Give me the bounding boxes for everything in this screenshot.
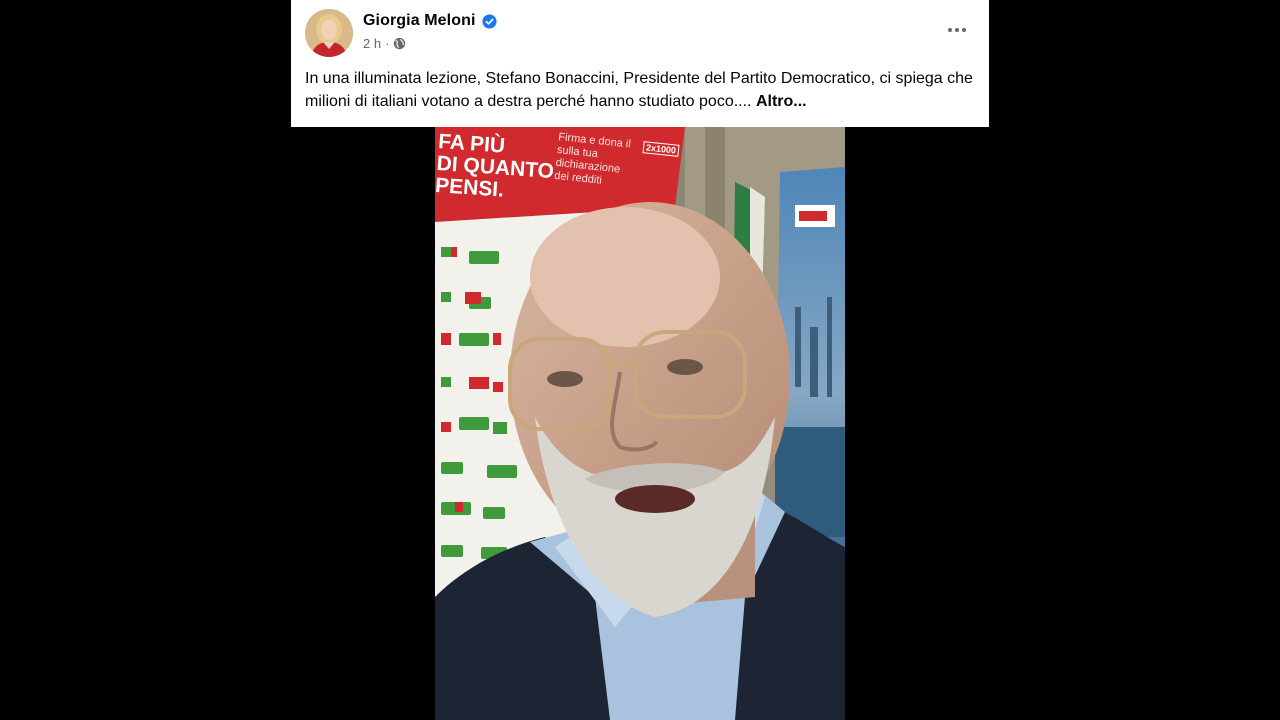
video-player[interactable]: FA PIÙ DI QUANTO PENSI. Firma e dona il … [435, 127, 845, 720]
more-options-icon[interactable] [943, 18, 971, 42]
post-text: In una illuminata lezione, Stefano Bonac… [305, 67, 977, 113]
verified-badge-icon [482, 13, 497, 29]
author-avatar[interactable] [305, 9, 353, 57]
post-body: In una illuminata lezione, Stefano Bonac… [305, 70, 973, 110]
meta-separator: · [385, 36, 390, 51]
screen: Giorgia Meloni 2 h · In una illuminata l… [0, 0, 1280, 720]
post-meta: 2 h · [363, 36, 406, 51]
banner-headline: FA PIÙ DI QUANTO PENSI. [435, 130, 555, 202]
facebook-post-header: Giorgia Meloni 2 h · In una illuminata l… [291, 0, 989, 127]
globe-icon [393, 37, 406, 50]
author-row: Giorgia Meloni [363, 11, 497, 31]
author-name[interactable]: Giorgia Meloni [363, 12, 476, 30]
post-timestamp[interactable]: 2 h [363, 36, 381, 51]
video-frame [435, 127, 845, 720]
banner-subtext: Firma e dona il sulla tua dichiarazione … [553, 131, 632, 187]
see-more-link[interactable]: Altro... [756, 93, 807, 110]
